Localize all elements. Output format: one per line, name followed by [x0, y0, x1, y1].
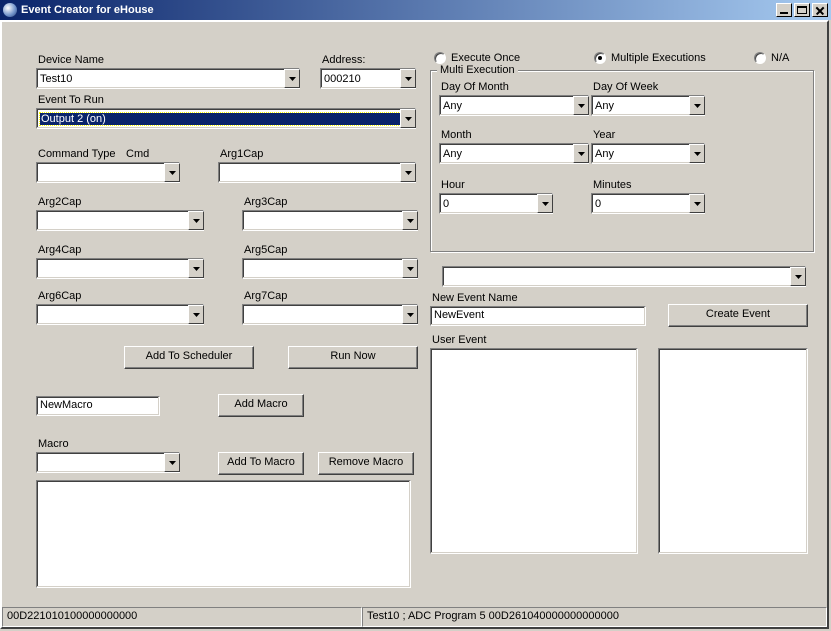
arg2-combo[interactable] [36, 210, 204, 231]
status-right: Test10 ; ADC Program 5 00D26104000000000… [362, 607, 827, 627]
status-bar: 00D221010100000000000 Test10 ; ADC Progr… [2, 607, 827, 627]
macro-combo[interactable] [36, 452, 180, 473]
minutes-label: Minutes [593, 179, 632, 191]
macro-listbox[interactable] [36, 480, 411, 588]
day-of-month-combo[interactable]: Any [439, 95, 589, 116]
maximize-button[interactable] [794, 3, 810, 17]
device-name-combo[interactable]: Test10 [36, 68, 300, 89]
chevron-down-icon [164, 163, 180, 182]
add-to-macro-button[interactable]: Add To Macro [218, 452, 304, 475]
arg3-label: Arg3Cap [244, 196, 287, 208]
radio-icon [594, 52, 606, 64]
radio-icon [754, 52, 766, 64]
chevron-down-icon [400, 163, 416, 182]
command-type-label: Command Type [38, 148, 115, 160]
add-macro-button[interactable]: Add Macro [218, 394, 304, 417]
chevron-down-icon [573, 96, 589, 115]
status-left: 00D221010100000000000 [2, 607, 362, 627]
chevron-down-icon [188, 259, 204, 278]
arg2-label: Arg2Cap [38, 196, 81, 208]
window-title: Event Creator for eHouse [21, 4, 776, 16]
address-label: Address: [322, 54, 365, 66]
month-combo[interactable]: Any [439, 143, 589, 164]
multi-execution-group: Multi Execution Day Of Month Any Day Of … [430, 70, 814, 252]
chevron-down-icon [400, 109, 416, 128]
arg7-label: Arg7Cap [244, 290, 287, 302]
event-to-run-combo[interactable]: Output 2 (on) [36, 108, 416, 129]
user-event-listbox[interactable] [430, 348, 638, 554]
execute-once-radio[interactable]: Execute Once [434, 52, 520, 64]
new-event-name-input[interactable]: NewEvent [430, 306, 646, 326]
user-event-label: User Event [432, 334, 486, 346]
na-radio[interactable]: N/A [754, 52, 789, 64]
create-event-button[interactable]: Create Event [668, 304, 808, 327]
arg4-combo[interactable] [36, 258, 204, 279]
arg4-label: Arg4Cap [38, 244, 81, 256]
chevron-down-icon [402, 211, 418, 230]
day-of-week-label: Day Of Week [593, 81, 658, 93]
minutes-combo[interactable]: 0 [591, 193, 705, 214]
event-to-run-label: Event To Run [38, 94, 104, 106]
chevron-down-icon [164, 453, 180, 472]
minimize-button[interactable] [776, 3, 792, 17]
chevron-down-icon [188, 305, 204, 324]
cmd-label: Cmd [126, 148, 149, 160]
multiple-executions-radio[interactable]: Multiple Executions [594, 52, 706, 64]
device-name-label: Device Name [38, 54, 104, 66]
add-to-scheduler-button[interactable]: Add To Scheduler [124, 346, 254, 369]
arg7-combo[interactable] [242, 304, 418, 325]
arg6-combo[interactable] [36, 304, 204, 325]
arg5-label: Arg5Cap [244, 244, 287, 256]
year-label: Year [593, 129, 615, 141]
arg1-combo[interactable] [218, 162, 416, 183]
chevron-down-icon [284, 69, 300, 88]
chevron-down-icon [188, 211, 204, 230]
remove-macro-button[interactable]: Remove Macro [318, 452, 414, 475]
chevron-down-icon [402, 305, 418, 324]
chevron-down-icon [402, 259, 418, 278]
hour-combo[interactable]: 0 [439, 193, 553, 214]
macro-label: Macro [38, 438, 69, 450]
arg6-label: Arg6Cap [38, 290, 81, 302]
close-button[interactable] [812, 3, 828, 17]
multi-execution-legend: Multi Execution [437, 64, 518, 76]
arg1-label: Arg1Cap [220, 148, 263, 160]
command-type-combo[interactable] [36, 162, 180, 183]
chevron-down-icon [790, 267, 806, 286]
day-of-week-combo[interactable]: Any [591, 95, 705, 116]
chevron-down-icon [573, 144, 589, 163]
app-icon [3, 3, 17, 17]
day-of-month-label: Day Of Month [441, 81, 509, 93]
hour-label: Hour [441, 179, 465, 191]
secondary-listbox[interactable] [658, 348, 808, 554]
radio-icon [434, 52, 446, 64]
chevron-down-icon [689, 144, 705, 163]
year-combo[interactable]: Any [591, 143, 705, 164]
chevron-down-icon [537, 194, 553, 213]
run-now-button[interactable]: Run Now [288, 346, 418, 369]
arg3-combo[interactable] [242, 210, 418, 231]
address-combo[interactable]: 000210 [320, 68, 416, 89]
new-event-name-label: New Event Name [432, 292, 518, 304]
title-bar: Event Creator for eHouse [0, 0, 831, 20]
chevron-down-icon [689, 194, 705, 213]
month-label: Month [441, 129, 472, 141]
chevron-down-icon [689, 96, 705, 115]
chevron-down-icon [400, 69, 416, 88]
arg5-combo[interactable] [242, 258, 418, 279]
extra-combo[interactable] [442, 266, 806, 287]
new-macro-input[interactable]: NewMacro [36, 396, 160, 416]
